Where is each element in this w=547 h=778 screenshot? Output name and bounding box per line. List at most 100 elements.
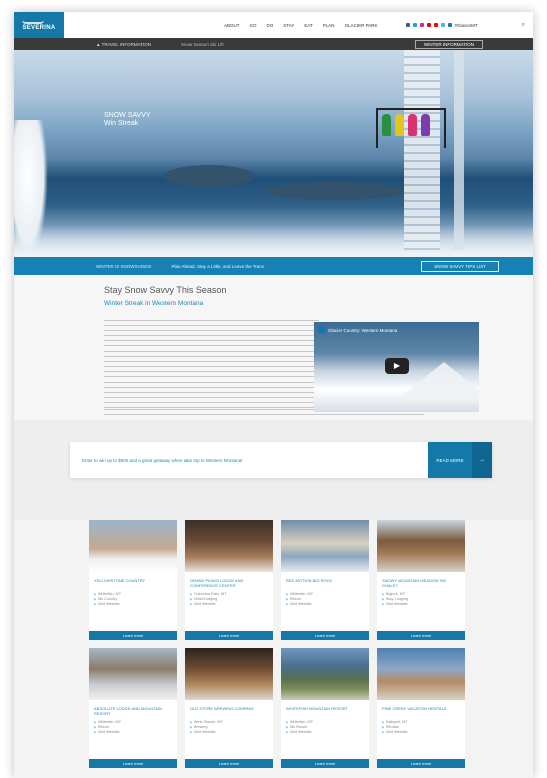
listing-card[interactable]: YELLOWSTONE COUNTRYWhitefish, MTSki Coun… bbox=[89, 520, 177, 640]
listing-meta-item: Visit Website bbox=[190, 730, 268, 735]
listing-title[interactable]: PINE CREEK VACATION RENTALS bbox=[377, 700, 465, 718]
listing-photo[interactable] bbox=[89, 520, 177, 572]
listing-card[interactable]: SNOWY MOUNTAIN MEADOW SKI CHALETBigfork,… bbox=[377, 520, 465, 640]
listing-meta: Whitefish, MTResortVisit Website bbox=[281, 590, 369, 609]
winter-info-button[interactable]: WINTER INFORMATION bbox=[414, 39, 483, 49]
listing-card[interactable]: GRAND PEAKS LODGE AND CONFERENCE CENTERC… bbox=[185, 520, 273, 640]
hero-bar: WINTER IS SNOWSHOES! Plan Ahead, Stay a … bbox=[14, 257, 533, 275]
learn-more-button[interactable]: Learn more bbox=[377, 759, 465, 768]
listing-photo[interactable] bbox=[185, 648, 273, 700]
nav-item[interactable]: STAY bbox=[283, 23, 294, 28]
social-icon[interactable] bbox=[419, 23, 424, 27]
listing-card[interactable]: PINE CREEK VACATION RENTALSKalispell, MT… bbox=[377, 648, 465, 768]
learn-more-button[interactable]: Learn more bbox=[377, 631, 465, 640]
listing-meta-item: Visit Website bbox=[94, 602, 172, 607]
listing-photo[interactable] bbox=[377, 648, 465, 700]
nav-item[interactable]: PLAN bbox=[323, 23, 335, 28]
info-bar: ▲ TRAVEL INFORMATION Snow Season Ski Lif… bbox=[14, 38, 533, 50]
snow-savvy-tips-button[interactable]: SNOW SAVVY TIPS LIST bbox=[421, 260, 499, 272]
listing-grid: YELLOWSTONE COUNTRYWhitefish, MTSki Coun… bbox=[89, 520, 469, 768]
learn-more-button[interactable]: Learn more bbox=[89, 759, 177, 768]
travel-info-link[interactable]: ▲ TRAVEL INFORMATION bbox=[96, 42, 151, 47]
listing-title[interactable]: GRAND PEAKS LODGE AND CONFERENCE CENTER bbox=[185, 572, 273, 590]
listing-title[interactable]: WHITEFISH MOUNTAIN RESORT bbox=[281, 700, 369, 718]
lift-tower bbox=[454, 50, 464, 250]
social-icon[interactable] bbox=[426, 23, 431, 27]
learn-more-button[interactable]: Learn more bbox=[185, 631, 273, 640]
listing-title[interactable]: YELLOWSTONE COUNTRY bbox=[89, 572, 177, 590]
listing-title[interactable]: RED MOTION BIG ROCK bbox=[281, 572, 369, 590]
social-handle[interactable]: #GlacierMT bbox=[455, 23, 478, 28]
main-nav: ABOUT GO DO STAY EAT PLAN GLACIER PARK bbox=[224, 23, 378, 28]
listing-photo[interactable] bbox=[185, 520, 273, 572]
listing-photo[interactable] bbox=[89, 648, 177, 700]
listing-meta-item: Visit Website bbox=[286, 730, 364, 735]
hero-bar-label: WINTER IS SNOWSHOES! bbox=[96, 263, 152, 269]
social-links bbox=[405, 23, 452, 27]
nav-item[interactable]: ABOUT bbox=[224, 23, 240, 28]
social-icon[interactable] bbox=[440, 23, 445, 27]
listing-title[interactable]: OLD STORE BREWING COMPANY bbox=[185, 700, 273, 718]
listing-meta-item: Visit Website bbox=[382, 602, 460, 607]
article-title: Stay Snow Savvy This Season bbox=[104, 285, 227, 295]
play-icon[interactable]: ▶ bbox=[385, 358, 409, 374]
listing-title[interactable]: ABSOLUTE LODGE AND MOUNTAIN RESORT bbox=[89, 700, 177, 718]
arrow-right-icon[interactable]: → bbox=[472, 442, 492, 478]
read-more-button[interactable]: READ MORE bbox=[428, 442, 472, 478]
logo-mark-icon bbox=[22, 20, 45, 24]
hero-tagline: SNOW SAVVY Win Streak bbox=[104, 112, 151, 128]
hero-image: SNOW SAVVY Win Streak bbox=[14, 50, 533, 257]
listing-card[interactable]: RED MOTION BIG ROCKWhitefish, MTResortVi… bbox=[281, 520, 369, 640]
listing-card[interactable]: WHITEFISH MOUNTAIN RESORTWhitefish, MTSk… bbox=[281, 648, 369, 768]
listing-photo[interactable] bbox=[281, 648, 369, 700]
hero-tagline-line-2: Win Streak bbox=[104, 120, 139, 127]
learn-more-button[interactable]: Learn more bbox=[281, 759, 369, 768]
screenshot-frame: SEVERINA ABOUT GO DO STAY EAT PLAN GLACIER PAR… bbox=[14, 12, 533, 778]
listing-meta: West Glacier, MTBreweryVisit Website bbox=[185, 718, 273, 737]
lift-tower bbox=[404, 50, 440, 250]
learn-more-button[interactable]: Learn more bbox=[89, 631, 177, 640]
social-icon[interactable] bbox=[405, 23, 410, 27]
listing-card[interactable]: ABSOLUTE LODGE AND MOUNTAIN RESORTWhitef… bbox=[89, 648, 177, 768]
hero-bar-text: Plan Ahead, Stay a Little, and Leave the… bbox=[171, 263, 265, 269]
paragraph-block bbox=[104, 382, 319, 408]
article-section: Stay Snow Savvy This Season Winter Strea… bbox=[14, 275, 533, 420]
cta-text[interactable]: Enter to win up to $500 and a great geta… bbox=[82, 458, 243, 463]
listing-card[interactable]: OLD STORE BREWING COMPANYWest Glacier, M… bbox=[185, 648, 273, 768]
skier bbox=[408, 114, 417, 136]
listing-meta-item: Visit Website bbox=[382, 730, 460, 735]
learn-more-button[interactable]: Learn more bbox=[185, 759, 273, 768]
nav-item[interactable]: DO bbox=[267, 23, 274, 28]
skier bbox=[382, 114, 391, 136]
listing-photo[interactable] bbox=[377, 520, 465, 572]
listing-meta: Bigfork, MTStay LodgingVisit Website bbox=[377, 590, 465, 609]
skier bbox=[421, 114, 430, 136]
learn-more-button[interactable]: Learn more bbox=[281, 631, 369, 640]
listing-photo[interactable] bbox=[281, 520, 369, 572]
article-subtitle: Winter Streak in Western Montana bbox=[104, 300, 204, 307]
info-note: Snow Season Ski Lift bbox=[181, 41, 224, 47]
search-icon[interactable]: ⌕ bbox=[522, 22, 525, 29]
site-logo[interactable]: SEVERINA bbox=[14, 12, 64, 38]
social-icon[interactable] bbox=[412, 23, 417, 27]
cta-banner: Enter to win up to $500 and a great geta… bbox=[70, 442, 492, 478]
video-embed[interactable]: Glacier Country: Western Montana ▶ bbox=[314, 322, 479, 412]
listing-meta: Whitefish, MTResortVisit Website bbox=[89, 718, 177, 737]
nav-item[interactable]: EAT bbox=[304, 23, 312, 28]
listing-meta: Whitefish, MTSki ResortVisit Website bbox=[281, 718, 369, 737]
listing-meta: Whitefish, MTSki CountryVisit Website bbox=[89, 590, 177, 609]
social-icon[interactable] bbox=[433, 23, 438, 27]
logo-text: SEVERINA bbox=[22, 24, 56, 31]
nav-item[interactable]: GLACIER PARK bbox=[345, 23, 378, 28]
top-nav: SEVERINA ABOUT GO DO STAY EAT PLAN GLACIER PAR… bbox=[14, 12, 533, 38]
social-icon[interactable] bbox=[447, 23, 452, 27]
listing-meta-item: Visit Website bbox=[190, 602, 268, 607]
listing-meta-item: Visit Website bbox=[94, 730, 172, 735]
island-shape bbox=[264, 182, 404, 200]
paragraph-block bbox=[104, 320, 319, 346]
nav-item[interactable]: GO bbox=[250, 23, 257, 28]
hero-tagline-line-1: SNOW SAVVY bbox=[104, 112, 151, 119]
channel-avatar-icon bbox=[318, 326, 326, 334]
listing-meta: Columbia Falls, MTHotel/LodgingVisit Web… bbox=[185, 590, 273, 609]
listing-title[interactable]: SNOWY MOUNTAIN MEADOW SKI CHALET bbox=[377, 572, 465, 590]
